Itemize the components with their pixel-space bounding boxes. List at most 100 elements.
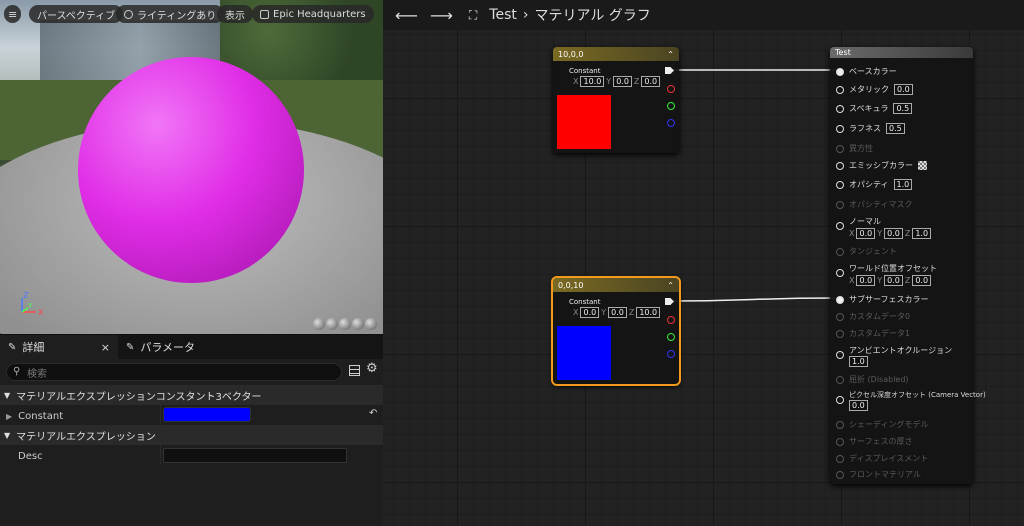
- gear-icon[interactable]: ⚙: [366, 361, 378, 376]
- pin-ambient-occlusion[interactable]: [836, 351, 844, 359]
- tab-details[interactable]: ✎ 詳細 ×: [0, 335, 118, 359]
- input-roughness[interactable]: ラフネス 0.5: [836, 123, 905, 134]
- pin-world-position-offset[interactable]: [836, 269, 844, 277]
- pin-opacity[interactable]: [836, 180, 844, 189]
- table-view-icon[interactable]: [349, 365, 360, 376]
- input-tangent: タンジェント: [836, 246, 897, 257]
- node-blue-y-value[interactable]: 0.0: [608, 307, 627, 318]
- pin-subsurface-color[interactable]: [836, 295, 844, 304]
- breadcrumb-separator: ›: [522, 7, 529, 23]
- value-normal-x[interactable]: 0.0: [856, 228, 876, 239]
- value-normal-z[interactable]: 1.0: [912, 228, 932, 239]
- node-constant-red[interactable]: 10,0,0 ⌃ Constant X 10.0 Y 0.0 Z 0.0: [553, 47, 679, 153]
- level-button[interactable]: Epic Headquarters: [252, 5, 374, 23]
- node-blue-output-g-pin[interactable]: [667, 333, 675, 341]
- pin-roughness[interactable]: [836, 124, 844, 133]
- constant-color-swatch[interactable]: [163, 407, 251, 422]
- viewport-menu-button[interactable]: ≡: [4, 5, 22, 23]
- result-header[interactable]: Test: [830, 47, 973, 58]
- sphere-preview-icon[interactable]: [326, 318, 338, 330]
- forward-arrow-icon[interactable]: ⟶: [430, 6, 453, 25]
- back-arrow-icon[interactable]: ⟵: [395, 6, 418, 25]
- cube-preview-icon[interactable]: [352, 318, 364, 330]
- node-red-output-g-pin[interactable]: [667, 102, 675, 110]
- value-wpo-x[interactable]: 0.0: [856, 275, 876, 286]
- value-wpo-z[interactable]: 0.0: [912, 275, 932, 286]
- lighting-label: ライティングあり: [137, 10, 217, 22]
- category-material-expression[interactable]: ▼ マテリアルエクスプレッション: [0, 425, 383, 445]
- node-red-y-value[interactable]: 0.0: [613, 76, 632, 87]
- result-title: Test: [835, 48, 851, 57]
- input-base-color[interactable]: ベースカラー: [836, 66, 897, 77]
- axis-y-label: Y: [27, 302, 33, 310]
- input-emissive[interactable]: エミッシブカラー: [836, 160, 927, 171]
- input-pixel-depth-offset[interactable]: ピクセル深度オフセット (Camera Vector) 0.0: [836, 390, 986, 411]
- node-blue-output-b-pin[interactable]: [667, 350, 675, 358]
- category-constant3vector[interactable]: ▼ マテリアルエクスプレッションコンスタント3ベクター: [0, 385, 383, 405]
- pin-pixel-depth-offset[interactable]: [836, 396, 844, 404]
- node-red-output-b-pin[interactable]: [667, 119, 675, 127]
- value-wpo-y[interactable]: 0.0: [884, 275, 903, 286]
- show-button[interactable]: 表示: [217, 5, 253, 23]
- value-specular[interactable]: 0.5: [893, 103, 913, 114]
- reset-to-default-icon[interactable]: ↶: [369, 408, 377, 419]
- input-opacity[interactable]: オパシティ 1.0: [836, 179, 913, 190]
- node-blue-output-rgb-pin[interactable]: [665, 298, 674, 305]
- property-constant-label: Constant: [18, 410, 64, 422]
- value-normal-y[interactable]: 0.0: [884, 228, 903, 239]
- value-ambient-occlusion[interactable]: 1.0: [849, 356, 868, 367]
- input-specular[interactable]: スペキュラ 0.5: [836, 103, 913, 114]
- input-ambient-occlusion[interactable]: アンビエントオクルージョン 1.0: [836, 345, 952, 367]
- node-blue-x-value[interactable]: 0.0: [580, 307, 600, 318]
- label-subsurface-color: サブサーフェスカラー: [849, 295, 929, 304]
- cylinder-preview-icon[interactable]: [313, 318, 325, 330]
- node-blue-header[interactable]: 0,0,10 ⌃: [553, 278, 679, 292]
- node-red-z-value[interactable]: 0.0: [641, 76, 661, 87]
- node-red-output-rgb-pin[interactable]: [665, 67, 674, 74]
- input-world-position-offset[interactable]: ワールド位置オフセット X 0.0 Y 0.0 Z 0.0: [836, 263, 937, 286]
- tab-close-button[interactable]: ×: [101, 341, 110, 354]
- pin-metallic[interactable]: [836, 85, 844, 94]
- label-anisotropy: 異方性: [849, 144, 873, 153]
- node-blue-z-value[interactable]: 10.0: [636, 307, 661, 318]
- input-front-material: フロントマテリアル: [836, 469, 921, 480]
- label-opacity: オパシティ: [849, 180, 889, 189]
- node-red-header[interactable]: 10,0,0 ⌃: [553, 47, 679, 61]
- input-custom-data-0: カスタムデータ0: [836, 311, 910, 322]
- node-constant-blue[interactable]: 0,0,10 ⌃ Constant X 0.0 Y 0.0 Z 10.0: [551, 276, 681, 386]
- value-metallic[interactable]: 0.0: [894, 84, 913, 95]
- checker-swatch-icon[interactable]: [918, 161, 927, 170]
- tab-parameters[interactable]: ✎ パラメータ: [118, 335, 203, 359]
- pin-base-color[interactable]: [836, 67, 844, 76]
- node-red-output-r-pin[interactable]: [667, 85, 675, 93]
- value-opacity[interactable]: 1.0: [893, 179, 913, 190]
- node-blue-output-r-pin[interactable]: [667, 316, 675, 324]
- plane-preview-icon[interactable]: [339, 318, 351, 330]
- preview-mesh-selector[interactable]: [313, 318, 377, 330]
- node-red-x-value[interactable]: 10.0: [580, 76, 605, 87]
- value-pixel-depth-offset[interactable]: 0.0: [849, 400, 868, 411]
- search-input[interactable]: ⚲ 検索: [6, 363, 342, 381]
- pin-specular[interactable]: [836, 104, 844, 113]
- pin-normal[interactable]: [836, 222, 844, 230]
- label-shading-model: シェーディングモデル: [849, 420, 929, 429]
- lighting-button[interactable]: ライティングあり: [116, 5, 225, 23]
- perspective-button[interactable]: パースペクティブ: [29, 5, 124, 23]
- collapse-arrow-icon[interactable]: ⌃: [667, 50, 674, 59]
- pin-anisotropy: [836, 144, 844, 153]
- input-metallic[interactable]: メタリック 0.0: [836, 84, 913, 95]
- material-graph-canvas[interactable]: ⟵ ⟶ ⛶ Test › マテリアル グラフ 10,0,0 ⌃ Constant…: [383, 0, 1024, 526]
- teapot-preview-icon[interactable]: [365, 318, 377, 330]
- input-subsurface-color[interactable]: サブサーフェスカラー: [836, 294, 929, 305]
- details-column-divider[interactable]: [160, 405, 161, 465]
- collapse-arrow-icon[interactable]: ⌃: [667, 281, 674, 290]
- chevron-right-icon[interactable]: ▶: [6, 412, 12, 421]
- value-roughness[interactable]: 0.5: [886, 123, 905, 134]
- desc-input[interactable]: [163, 448, 347, 463]
- pin-emissive[interactable]: [836, 161, 844, 170]
- material-preview-viewport[interactable]: ≡ パースペクティブ ライティングあり 表示 Epic Headquarters…: [0, 0, 383, 334]
- pencil-icon: ✎: [126, 341, 135, 353]
- breadcrumb-root[interactable]: Test: [489, 7, 517, 23]
- input-normal[interactable]: ノーマル X 0.0 Y 0.0 Z 1.0: [836, 216, 932, 239]
- node-material-result[interactable]: Test ベースカラー メタリック 0.0 スペキュラ 0.5 ラフネス 0.5 異方…: [830, 47, 986, 484]
